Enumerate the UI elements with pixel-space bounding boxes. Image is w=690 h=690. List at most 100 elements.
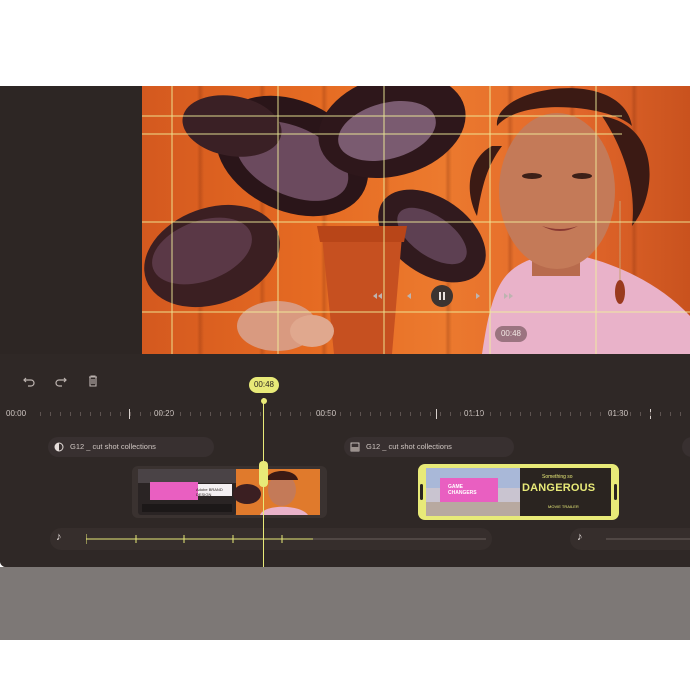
music-note-icon: ♪ bbox=[56, 531, 62, 543]
ruler-minor-tick bbox=[200, 412, 201, 416]
audio-track-2[interactable] bbox=[570, 528, 690, 550]
clip-2-kicker: Something so bbox=[542, 474, 573, 480]
ruler-minor-tick bbox=[480, 412, 481, 416]
ruler-minor-tick bbox=[320, 412, 321, 416]
step-forward-icon[interactable] bbox=[469, 287, 487, 305]
video-clip-1[interactable] bbox=[132, 466, 327, 518]
ruler-label: 01:10 bbox=[464, 409, 485, 418]
ruler-minor-tick bbox=[670, 412, 671, 416]
ruler-minor-tick bbox=[580, 412, 581, 416]
ruler-minor-tick bbox=[350, 412, 351, 416]
ruler-minor-tick bbox=[160, 412, 161, 416]
ruler-minor-tick bbox=[360, 412, 361, 416]
ruler-minor-tick bbox=[240, 412, 241, 416]
undo-icon[interactable] bbox=[20, 372, 38, 390]
ruler-minor-tick bbox=[390, 412, 391, 416]
ruler-minor-tick bbox=[40, 412, 41, 416]
ruler-minor-tick bbox=[630, 412, 631, 416]
ruler-minor-tick bbox=[650, 412, 651, 416]
ruler-minor-tick bbox=[610, 412, 611, 416]
ruler-minor-tick bbox=[120, 412, 121, 416]
ruler-minor-tick bbox=[80, 412, 81, 416]
gradient-icon bbox=[350, 442, 360, 452]
ruler-minor-tick bbox=[340, 412, 341, 416]
playback-controls bbox=[368, 285, 518, 307]
ruler-minor-tick bbox=[220, 412, 221, 416]
clip-2-billboard: GAME CHANGERS bbox=[448, 484, 477, 496]
ruler-minor-tick bbox=[400, 412, 401, 416]
ruler-minor-tick bbox=[470, 412, 471, 416]
track-label[interactable]: G12 _ cut shot collections bbox=[48, 437, 214, 457]
ruler-minor-tick bbox=[210, 412, 211, 416]
track-label-text: G12 _ cut shot collections bbox=[366, 442, 452, 451]
preview-timestamp: 00:48 bbox=[495, 326, 527, 342]
ruler-minor-tick bbox=[300, 412, 301, 416]
clip-2-footer: MOVIE TRAILER bbox=[548, 504, 579, 509]
clip-1-thumbnails bbox=[138, 469, 320, 515]
clip-1-text: Adobe BRAND DESIGN bbox=[196, 487, 226, 497]
ruler-minor-tick bbox=[490, 412, 491, 416]
clip-handle-left[interactable] bbox=[420, 484, 423, 500]
timeline-ruler[interactable]: 00:00 00:20 00:50 01:10 01:30 bbox=[0, 404, 690, 424]
playhead-line[interactable] bbox=[263, 398, 264, 567]
ruler-minor-tick bbox=[260, 412, 261, 416]
ruler-minor-tick bbox=[450, 412, 451, 416]
ruler-minor-tick bbox=[380, 412, 381, 416]
ruler-minor-tick bbox=[440, 412, 441, 416]
track-label[interactable]: G12 _ cut shot collections bbox=[344, 437, 514, 457]
fast-forward-icon[interactable] bbox=[500, 287, 518, 305]
ruler-minor-tick bbox=[140, 412, 141, 416]
track-label-text: G12 _ cut shot collections bbox=[70, 442, 156, 451]
contrast-icon bbox=[54, 442, 64, 452]
trash-icon[interactable] bbox=[84, 372, 102, 390]
audio-waveform bbox=[606, 538, 690, 540]
ruler-minor-tick bbox=[500, 412, 501, 416]
ruler-minor-tick bbox=[530, 412, 531, 416]
music-note-icon: ♪ bbox=[577, 531, 583, 543]
audio-track-1[interactable] bbox=[50, 528, 492, 550]
ruler-minor-tick bbox=[100, 412, 101, 416]
video-preview[interactable]: 00:48 bbox=[142, 86, 690, 354]
ruler-label: 00:50 bbox=[316, 409, 337, 418]
ruler-minor-tick bbox=[110, 412, 111, 416]
playhead-dot[interactable] bbox=[261, 398, 267, 404]
ruler-minor-tick bbox=[600, 412, 601, 416]
ruler-minor-tick bbox=[560, 412, 561, 416]
video-clip-2-selected[interactable]: DANGEROUS Something so MOVIE TRAILER GAM… bbox=[418, 464, 619, 520]
redo-icon[interactable] bbox=[52, 372, 70, 390]
ruler-minor-tick bbox=[290, 412, 291, 416]
ruler-minor-tick bbox=[50, 412, 51, 416]
audio-waveform bbox=[86, 534, 486, 544]
ruler-label: 01:30 bbox=[608, 409, 629, 418]
ruler-minor-tick bbox=[190, 412, 191, 416]
left-panel bbox=[0, 86, 142, 354]
ruler-minor-tick bbox=[250, 412, 251, 416]
ruler-minor-tick bbox=[420, 412, 421, 416]
ruler-major-tick bbox=[436, 409, 437, 419]
ruler-minor-tick bbox=[270, 412, 271, 416]
ruler-minor-tick bbox=[370, 412, 371, 416]
ruler-minor-tick bbox=[680, 412, 681, 416]
ruler-minor-tick bbox=[280, 412, 281, 416]
ruler-label: 00:00 bbox=[6, 409, 27, 418]
pause-icon[interactable] bbox=[431, 285, 453, 307]
ruler-minor-tick bbox=[640, 412, 641, 416]
ruler-minor-tick bbox=[430, 412, 431, 416]
ruler-minor-tick bbox=[170, 412, 171, 416]
ruler-minor-tick bbox=[60, 412, 61, 416]
ruler-minor-tick bbox=[180, 412, 181, 416]
clip-1-text-line: DESIGN bbox=[196, 492, 212, 497]
ruler-minor-tick bbox=[570, 412, 571, 416]
ruler-minor-tick bbox=[620, 412, 621, 416]
clip-2-headline: DANGEROUS bbox=[522, 482, 596, 494]
ruler-minor-tick bbox=[90, 412, 91, 416]
page: 00:48 00:00 00:20 00:50 01:10 01:30 G12 … bbox=[0, 0, 690, 690]
clip-handle-right[interactable] bbox=[614, 484, 617, 500]
playhead-time-badge[interactable]: 00:48 bbox=[249, 377, 279, 393]
rewind-icon[interactable] bbox=[368, 287, 386, 305]
ruler-minor-tick bbox=[330, 412, 331, 416]
ruler-minor-tick bbox=[310, 412, 311, 416]
ruler-minor-tick bbox=[550, 412, 551, 416]
ruler-minor-tick bbox=[540, 412, 541, 416]
step-back-icon[interactable] bbox=[400, 287, 418, 305]
